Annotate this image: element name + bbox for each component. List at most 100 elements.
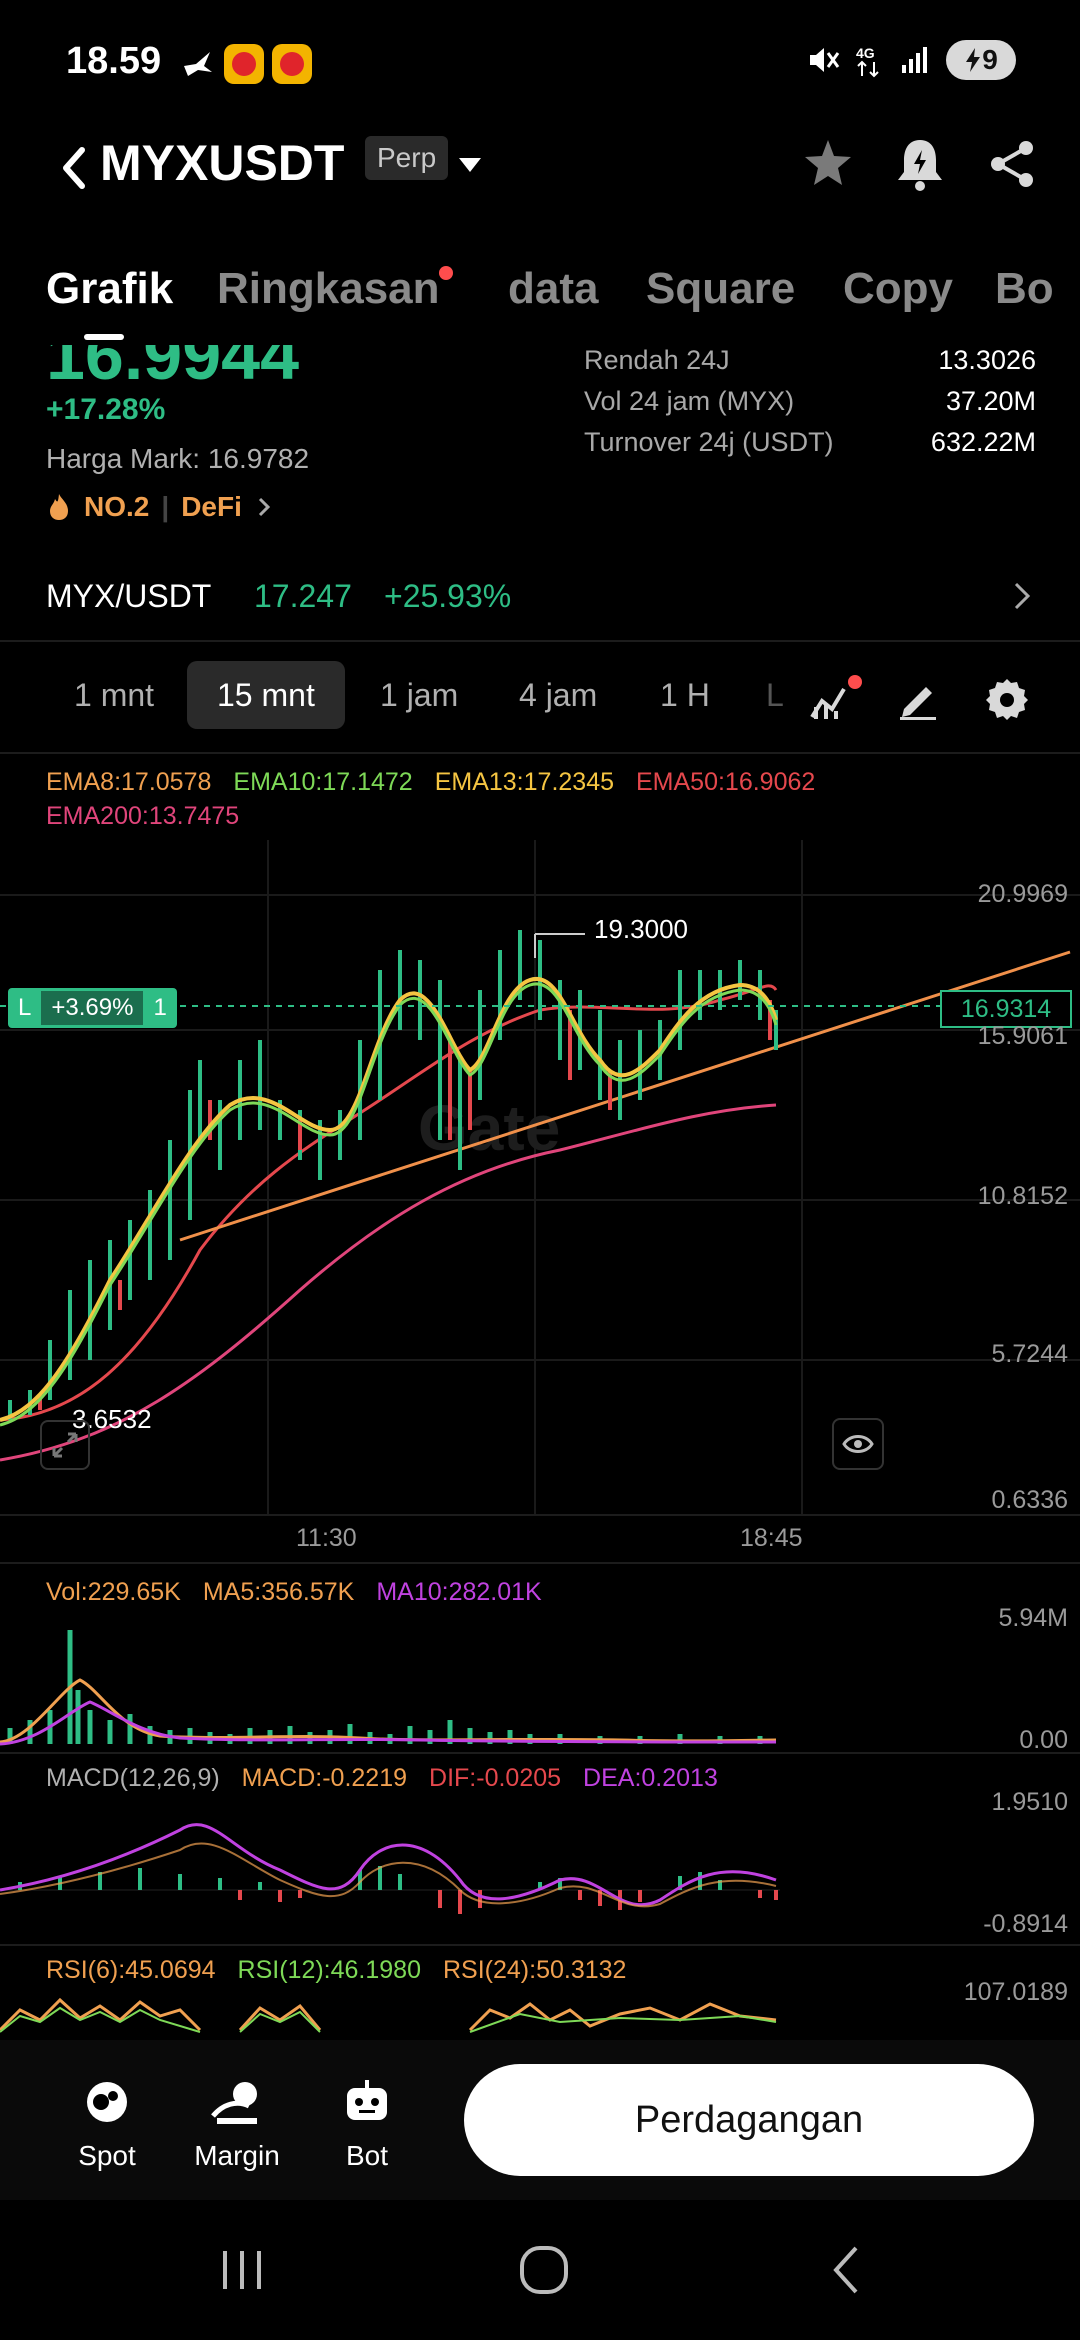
price-axis-label: 20.9969 bbox=[977, 880, 1068, 908]
charging-icon bbox=[966, 48, 981, 72]
rsi-legend: RSI(6):45.0694 RSI(12):46.1980 RSI(24):5… bbox=[46, 1956, 626, 1985]
bot-nav-button[interactable]: Bot bbox=[312, 2070, 422, 2172]
bottom-action-bar: Spot Margin Bot Perdagangan bbox=[0, 2040, 1080, 2200]
ema-legend-row-2: EMA200:13.7475 bbox=[46, 802, 239, 831]
price-alert-button[interactable] bbox=[888, 132, 952, 196]
macd-axis-label: -0.8914 bbox=[983, 1910, 1068, 1938]
bell-icon bbox=[898, 140, 942, 191]
position-qty: 1 bbox=[153, 994, 167, 1021]
dea-label: DEA:0.2013 bbox=[583, 1764, 718, 1792]
interval-15m[interactable]: 15 mnt bbox=[187, 661, 345, 729]
bird-icon bbox=[184, 52, 212, 76]
macd-axis-label: 1.9510 bbox=[991, 1788, 1068, 1816]
tab-grafik[interactable]: Grafik bbox=[46, 264, 173, 314]
indicators-icon[interactable] bbox=[808, 677, 854, 721]
settings-gear-icon[interactable] bbox=[984, 675, 1030, 721]
main-tabs: Grafik Ringkasan data Square Copy Bo bbox=[0, 250, 1080, 340]
status-time: 18.59 bbox=[66, 40, 162, 82]
divider bbox=[0, 1752, 1080, 1754]
tab-bot[interactable]: Bo bbox=[995, 264, 1054, 314]
system-nav-bar bbox=[0, 2200, 1080, 2340]
volume-ma5-label: MA5:356.57K bbox=[202, 1578, 355, 1606]
tab-data[interactable]: data bbox=[508, 264, 598, 314]
price-summary: 16.9944 +17.28% Harga Mark: 16.9782 NO.2… bbox=[0, 345, 1080, 535]
interval-1m[interactable]: 1 mnt bbox=[74, 661, 154, 729]
stat-label: Rendah 24J bbox=[584, 345, 730, 375]
interval-1h[interactable]: 1 jam bbox=[380, 661, 458, 729]
margin-nav-button[interactable]: Margin bbox=[182, 2070, 292, 2172]
recents-icon bbox=[223, 2251, 261, 2289]
trade-button[interactable]: Perdagangan bbox=[464, 2064, 1034, 2176]
recent-apps-button[interactable] bbox=[202, 2240, 282, 2300]
ema50-label: EMA50:16.9062 bbox=[636, 768, 816, 796]
margin-icon bbox=[205, 2070, 269, 2134]
chevron-right-icon bbox=[258, 497, 271, 517]
spot-nav-button[interactable]: Spot bbox=[52, 2070, 162, 2172]
volume-ma10-label: MA10:282.01K bbox=[376, 1578, 542, 1606]
stat-label: Vol 24 jam (MYX) bbox=[584, 386, 795, 416]
tab-copy[interactable]: Copy bbox=[843, 264, 953, 314]
rsi-axis-label: 107.0189 bbox=[963, 1978, 1068, 2006]
ema8-label: EMA8:17.0578 bbox=[46, 768, 212, 796]
pair-dropdown-icon[interactable] bbox=[455, 150, 485, 180]
divider bbox=[0, 752, 1080, 754]
interval-1d[interactable]: 1 H bbox=[660, 661, 710, 729]
visibility-toggle[interactable] bbox=[832, 1418, 884, 1470]
spot-price: 17.247 bbox=[254, 578, 352, 614]
divider bbox=[0, 1514, 1080, 1516]
battery-indicator: 9 bbox=[946, 40, 1016, 80]
mute-icon bbox=[810, 48, 840, 72]
ema200-label: EMA200:13.7475 bbox=[46, 802, 240, 830]
rsi6-label: RSI(6):45.0694 bbox=[46, 1956, 216, 1984]
mark-price-value: 16.9782 bbox=[207, 443, 310, 474]
app-header: MYXUSDT Perp bbox=[0, 120, 1080, 220]
tab-ringkasan[interactable]: Ringkasan bbox=[217, 264, 440, 314]
spot-nav-label: Spot bbox=[78, 2140, 136, 2171]
rsi-chart bbox=[0, 1997, 777, 2033]
rsi12-label: RSI(12):46.1980 bbox=[237, 1956, 421, 1984]
spot-icon bbox=[75, 2070, 139, 2134]
stat-value: 632.22M bbox=[930, 427, 1036, 457]
ema10-label: EMA10:17.1472 bbox=[233, 768, 413, 796]
position-tag[interactable]: L +3.69% 1 bbox=[8, 988, 177, 1028]
macd-chart bbox=[0, 1823, 780, 1914]
rank-divider: | bbox=[161, 491, 170, 522]
back-icon bbox=[833, 2246, 858, 2294]
network-4g-icon: 4G bbox=[856, 45, 879, 78]
spot-pair: MYX/USDT bbox=[46, 578, 212, 614]
bot-icon bbox=[335, 2070, 399, 2134]
system-indicators: 4G 9 bbox=[806, 40, 1016, 80]
spot-market-row[interactable]: MYX/USDT 17.247 +25.93% bbox=[0, 560, 1080, 632]
time-axis-label: 18:45 bbox=[740, 1524, 803, 1552]
volume-axis-label: 5.94M bbox=[998, 1604, 1068, 1632]
back-arrow-icon[interactable] bbox=[46, 138, 106, 198]
volume-axis-label: 0.00 bbox=[1019, 1726, 1068, 1754]
time-axis-label: 11:30 bbox=[296, 1524, 357, 1552]
stat-row: Rendah 24J 13.3026 bbox=[584, 345, 1036, 386]
stat-label: Turnover 24j (USDT) bbox=[584, 427, 834, 457]
contract-type-badge: Perp bbox=[365, 136, 449, 180]
active-tab-indicator bbox=[84, 334, 124, 340]
share-button[interactable] bbox=[980, 132, 1044, 196]
tab-square[interactable]: Square bbox=[646, 264, 795, 314]
volume-chart bbox=[0, 1630, 777, 1746]
battery-level: 9 bbox=[982, 44, 998, 75]
interval-more[interactable]: L bbox=[766, 661, 784, 729]
trend-line bbox=[179, 950, 1071, 1242]
pair-title[interactable]: MYXUSDT bbox=[100, 134, 344, 192]
home-icon bbox=[520, 2246, 568, 2294]
expand-icon bbox=[52, 1432, 78, 1458]
fullscreen-button[interactable] bbox=[40, 1420, 90, 1470]
ema13-label: EMA13:17.2345 bbox=[434, 768, 614, 796]
back-button[interactable] bbox=[806, 2240, 886, 2300]
stats-panel: Rendah 24J 13.3026 Vol 24 jam (MYX) 37.20M… bbox=[584, 345, 1036, 468]
rank-row[interactable]: NO.2 | DeFi bbox=[46, 491, 274, 523]
star-icon bbox=[805, 140, 851, 185]
home-button[interactable] bbox=[504, 2240, 584, 2300]
interval-4h[interactable]: 4 jam bbox=[519, 661, 597, 729]
ema-legend-row-1: EMA8:17.0578 EMA10:17.1472 EMA13:17.2345… bbox=[46, 768, 815, 797]
pencil-icon[interactable] bbox=[896, 677, 940, 721]
divider bbox=[0, 640, 1080, 642]
svg-text:4G: 4G bbox=[856, 45, 875, 61]
favorite-button[interactable] bbox=[796, 132, 860, 196]
